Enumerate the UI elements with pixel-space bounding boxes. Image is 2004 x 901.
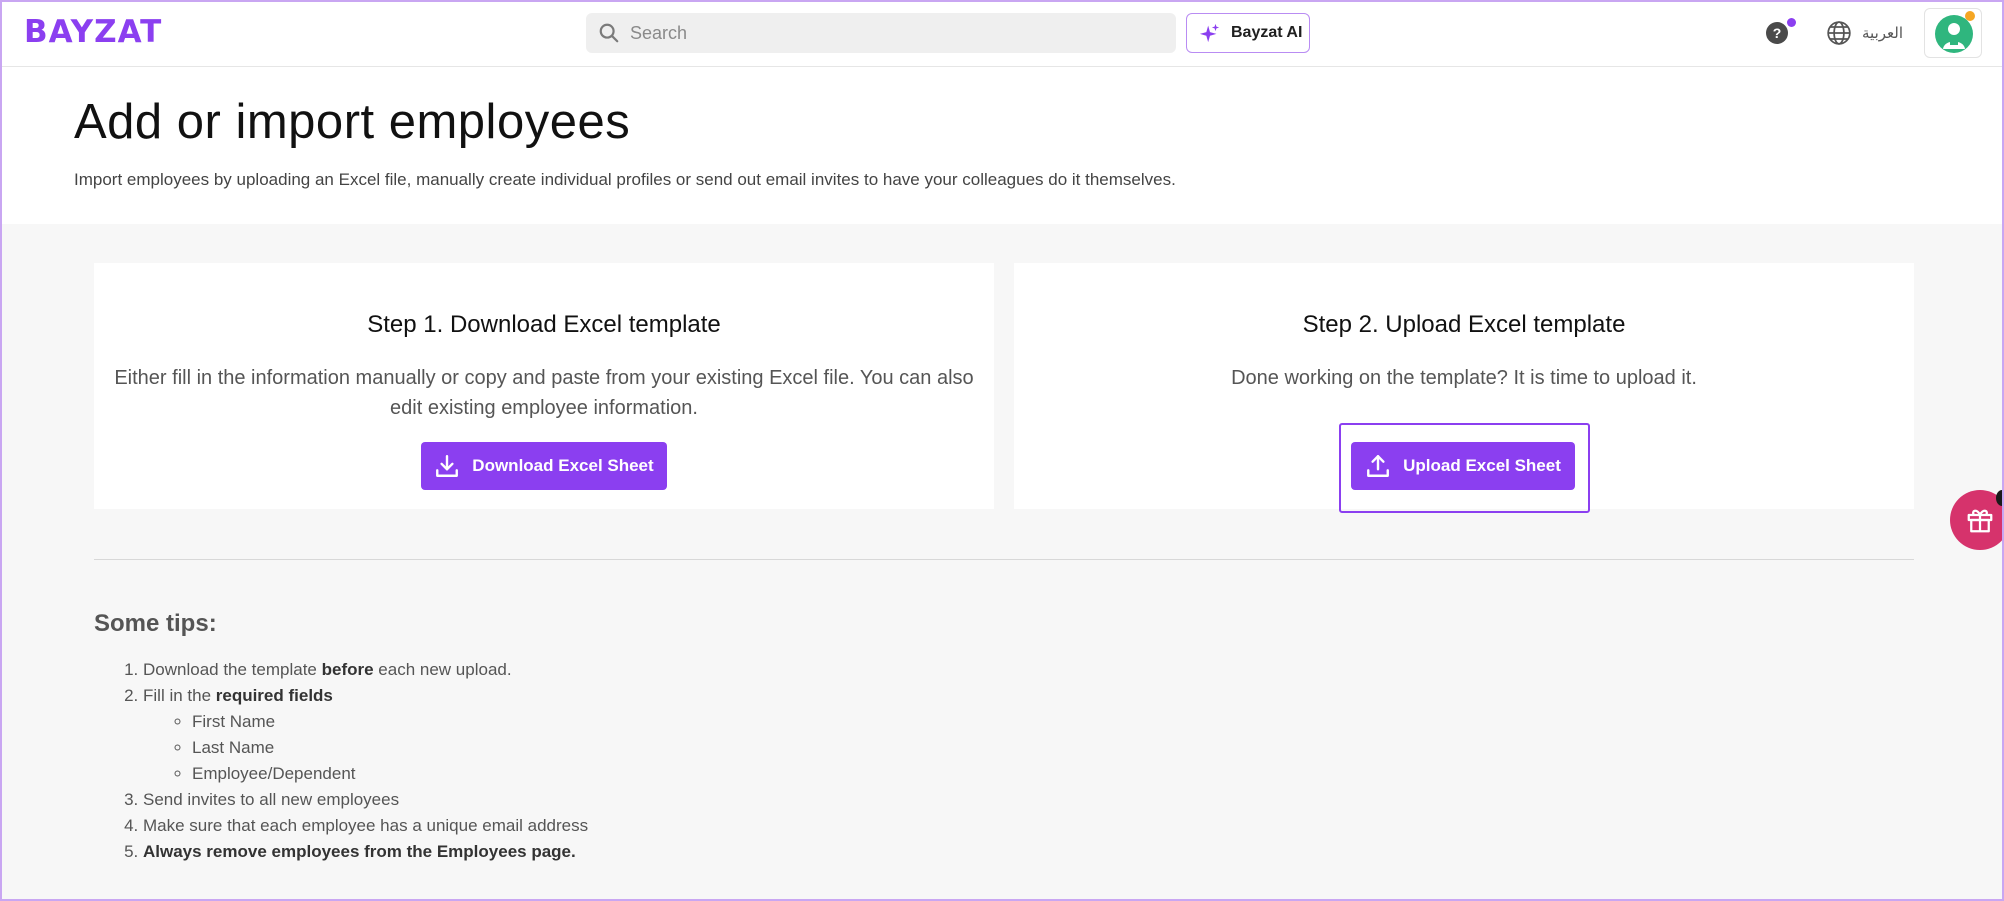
search-input[interactable]: [630, 22, 1150, 44]
download-excel-label: Download Excel Sheet: [472, 456, 654, 475]
sparkle-icon: [1199, 23, 1220, 43]
upload-icon: [1367, 455, 1390, 477]
gift-badge: [1996, 490, 2004, 506]
page-subtitle: Import employees by uploading an Excel f…: [74, 170, 1176, 189]
required-field: Employee/Dependent: [192, 761, 588, 787]
notification-dot: [1787, 18, 1796, 27]
tips-title: Some tips:: [94, 610, 217, 637]
step1-card: Step 1. Download Excel template Either f…: [94, 263, 994, 509]
bayzat-ai-button[interactable]: Bayzat AI: [1186, 13, 1310, 53]
step2-description: Done working on the template? It is time…: [1231, 367, 1697, 389]
required-field: Last Name: [192, 735, 588, 761]
tip-item: Download the template before each new up…: [143, 657, 588, 683]
page-header: Add or import employees Import employees…: [0, 67, 2004, 224]
tips-list: Download the template before each new up…: [94, 657, 588, 865]
tip-item: Make sure that each employee has a uniqu…: [143, 813, 588, 839]
search-icon: [599, 23, 619, 43]
section-divider: [94, 559, 1914, 560]
search-box[interactable]: [586, 13, 1176, 53]
tip-item: Send invites to all new employees: [143, 787, 588, 813]
tip-item: Fill in the required fields First Name L…: [143, 683, 588, 787]
download-icon: [436, 455, 459, 477]
upload-excel-label: Upload Excel Sheet: [1403, 456, 1561, 475]
language-label: العربية: [1862, 24, 1903, 42]
step2-card: Step 2. Upload Excel template Done worki…: [1014, 263, 1914, 509]
bayzat-logo[interactable]: BAYZAT: [24, 14, 162, 50]
gift-icon: [1967, 509, 1993, 533]
step1-description: Either fill in the information manually …: [114, 367, 974, 419]
tip-item: Always remove employees from the Employe…: [143, 839, 588, 865]
top-bar: BAYZAT Bayzat AI ? العربية: [0, 0, 2004, 67]
user-menu[interactable]: [1924, 8, 1982, 58]
globe-icon: [1827, 21, 1851, 45]
step2-title: Step 2. Upload Excel template: [1302, 311, 1626, 338]
status-dot: [1965, 11, 1975, 21]
bayzat-ai-label: Bayzat AI: [1231, 24, 1303, 41]
upload-excel-button[interactable]: Upload Excel Sheet: [1351, 442, 1575, 490]
page-title: Add or import employees: [74, 95, 631, 149]
help-icon[interactable]: ?: [1766, 22, 1788, 44]
language-switcher[interactable]: العربية: [1826, 19, 1903, 47]
required-field: First Name: [192, 709, 588, 735]
download-excel-button[interactable]: Download Excel Sheet: [421, 442, 667, 490]
step1-title: Step 1. Download Excel template: [367, 311, 721, 338]
